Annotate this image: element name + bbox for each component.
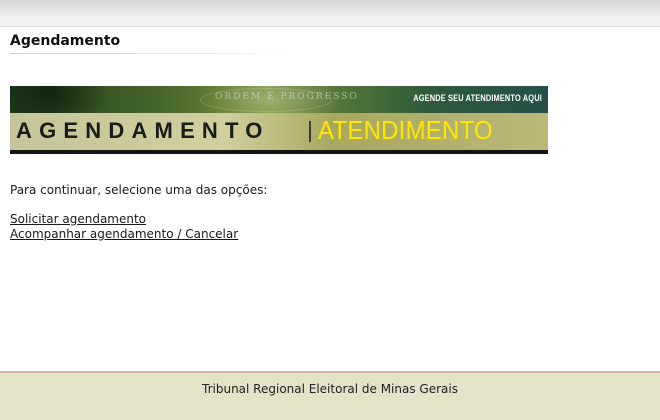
agendamento-banner: ORDEM E PROGRESSO AGENDE SEU ATENDIMENTO… (10, 86, 548, 154)
title-underline (10, 53, 292, 54)
banner-tagline: AGENDE SEU ATENDIMENTO AQUI (413, 93, 542, 103)
footer-text: Tribunal Regional Eleitoral de Minas Ger… (202, 382, 458, 396)
page-title: Agendamento (10, 33, 121, 49)
banner-word-atendimento: ATENDIMENTO (318, 115, 493, 145)
banner-divider (309, 121, 311, 142)
instruction-text: Para continuar, selecione uma das opções… (10, 183, 268, 197)
footer (0, 373, 660, 420)
browser-top-bar (0, 0, 660, 27)
banner-word-agendamento: AGENDAMENTO (16, 118, 270, 143)
banner-base-line (10, 150, 548, 154)
banner-seal-text: ORDEM E PROGRESSO (215, 92, 359, 102)
acompanhar-cancelar-link[interactable]: Acompanhar agendamento / Cancelar (10, 227, 238, 241)
solicitar-agendamento-link[interactable]: Solicitar agendamento (10, 212, 146, 226)
